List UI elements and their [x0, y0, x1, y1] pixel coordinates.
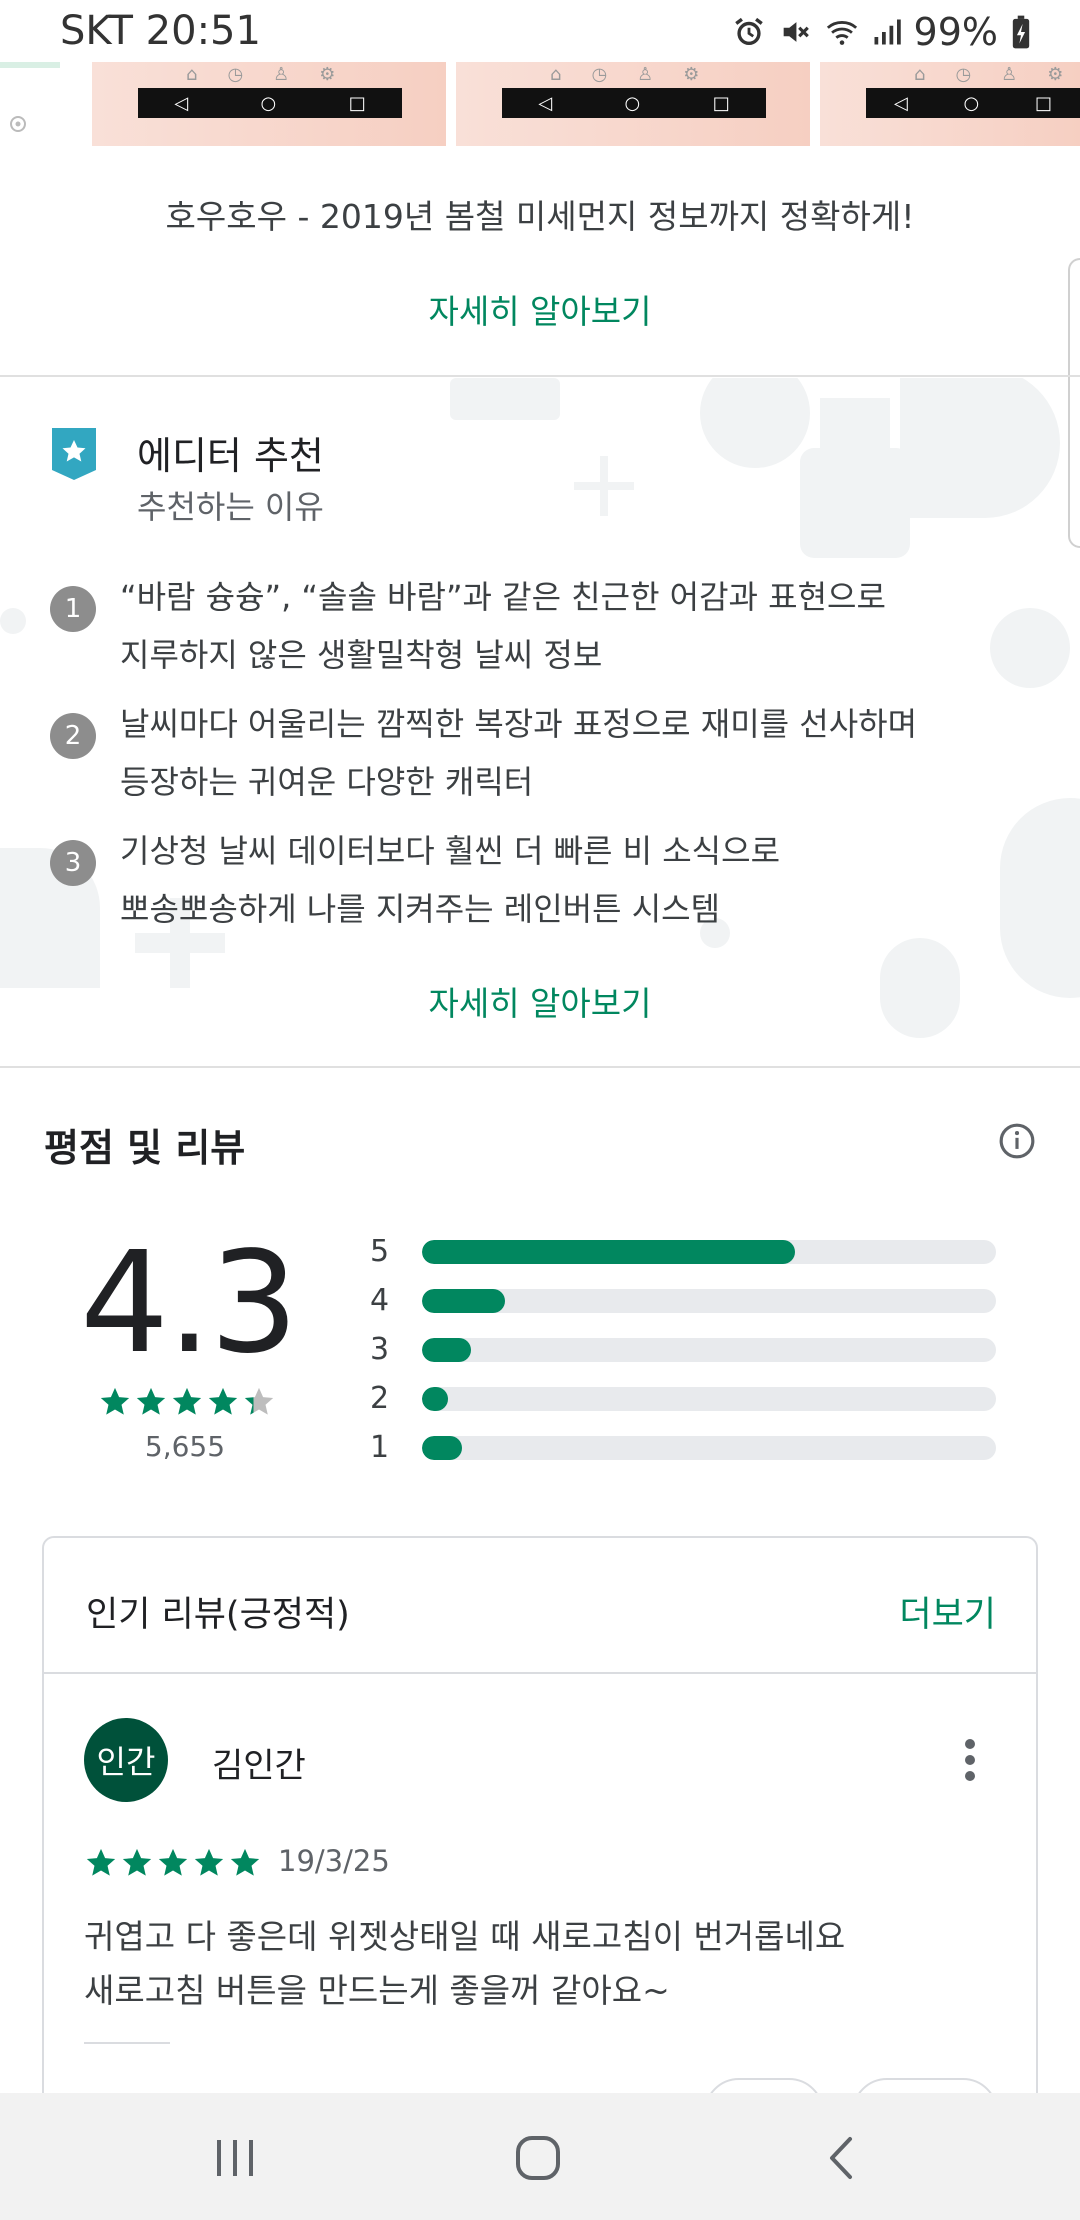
rating-bar-label: 4 — [370, 1283, 390, 1318]
star-icon — [156, 1846, 190, 1884]
average-stars — [98, 1385, 276, 1423]
avatar: 인간 — [84, 1718, 168, 1802]
review-text: 새로고침 버튼을 만드는게 좋을꺼 같아요~ — [84, 1971, 670, 2010]
reason-item-1: 1 “바람 슝슝”, “솔솔 바람”과 같은 친근한 어감과 표현으로 지루하지… — [50, 572, 1050, 682]
rating-bar-label: 5 — [370, 1234, 390, 1269]
thumb-accent — [0, 62, 60, 68]
battery-level: 99% — [913, 10, 998, 54]
rating-bar-fill — [422, 1240, 796, 1264]
reason-text: 등장하는 귀여운 다양한 캐릭터 — [120, 763, 534, 801]
review-card-title: 인기 리뷰(긍정적) — [86, 1595, 350, 1635]
rating-bar-track — [422, 1240, 996, 1264]
mute-icon — [783, 22, 809, 42]
reason-text: 날씨마다 어울리는 깜찍한 복장과 표정으로 재미를 선사하며 — [120, 705, 918, 743]
screenshot-thumb[interactable]: ⌂ ◷ ♙ ⚙ ◁ ○ □ — [456, 62, 810, 146]
back-button[interactable] — [806, 2123, 876, 2193]
editor-choice-badge-icon — [52, 428, 96, 480]
status-icons: 99% — [732, 10, 1032, 54]
thumb-nav-icons: ⌂ ◷ ♙ ⚙ — [186, 64, 336, 85]
section-divider — [0, 375, 1080, 377]
reason-number: 1 — [50, 586, 96, 632]
see-more-reviews-link[interactable]: 더보기 — [899, 1586, 996, 1637]
review-date: 19/3/25 — [278, 1844, 390, 1878]
reason-item-2: 2 날씨마다 어울리는 깜찍한 복장과 표정으로 재미를 선사하며 등장하는 귀… — [50, 699, 1050, 809]
star-icon — [120, 1846, 154, 1884]
star-icon — [242, 1385, 276, 1423]
rating-bar-fill — [422, 1387, 448, 1411]
battery-charging-icon — [1012, 15, 1030, 49]
rating-bar-label: 2 — [370, 1381, 390, 1416]
rating-bar-fill — [422, 1289, 506, 1313]
rating-bar-row: 1 — [370, 1430, 1000, 1465]
star-icon — [228, 1846, 262, 1884]
signal-icon — [874, 19, 901, 45]
home-button[interactable] — [503, 2123, 573, 2193]
star-icon — [206, 1385, 240, 1423]
gear-icon — [10, 116, 26, 132]
rating-bar-track — [422, 1338, 996, 1362]
thumb-nav-icons: ⌂ ◷ ♙ ⚙ — [914, 64, 1064, 85]
rating-bar-fill — [422, 1338, 471, 1362]
rating-bar-row: 2 — [370, 1381, 1000, 1416]
editor-title: 에디터 추천 — [137, 434, 324, 478]
rating-bar-track — [422, 1387, 996, 1411]
thumb-nav-icons: ⌂ ◷ ♙ ⚙ — [550, 64, 700, 85]
review-text: 귀엽고 다 좋은데 위젯상태일 때 새로고침이 번거롭네요 — [84, 1917, 846, 1956]
recents-button[interactable] — [200, 2123, 270, 2193]
thumb-navbar: ◁ ○ □ — [866, 88, 1080, 118]
rating-bar-label: 3 — [370, 1332, 390, 1367]
rating-count: 5,655 — [144, 1430, 226, 1463]
screenshot-thumb[interactable] — [0, 62, 90, 146]
promo-learn-more-link[interactable]: 자세히 알아보기 — [0, 285, 1080, 333]
average-rating: 4.3 — [80, 1222, 299, 1385]
back-icon — [830, 2137, 852, 2179]
review-stars — [84, 1846, 262, 1884]
screenshot-carousel[interactable]: ⌂ ◷ ♙ ⚙ ◁ ○ □ ⌂ ◷ ♙ ⚙ ◁ ○ □ ⌂ ◷ ♙ ⚙ ◁ ○ □ — [0, 62, 1080, 146]
more-vert-icon[interactable] — [964, 1738, 976, 1782]
star-icon — [84, 1846, 118, 1884]
system-navigation-bar — [0, 2093, 1080, 2220]
rating-bar-row: 5 — [370, 1234, 1000, 1269]
promo-text: 호우호우 - 2019년 봄철 미세먼지 정보까지 정확하게! — [165, 197, 915, 236]
editor-subtitle: 추천하는 이유 — [137, 488, 324, 526]
reason-number: 2 — [50, 713, 96, 759]
reason-number: 3 — [50, 840, 96, 886]
reviewer-name: 김인간 — [212, 1746, 306, 1786]
reason-item-3: 3 기상청 날씨 데이터보다 훨씬 더 빠른 비 소식으로 뽀송뽀송하게 나를 … — [50, 826, 1050, 936]
card-divider — [44, 1672, 1036, 1674]
ratings-title: 평점 및 리뷰 — [44, 1126, 246, 1170]
section-divider — [0, 1066, 1080, 1068]
editor-learn-more-link[interactable]: 자세히 알아보기 — [0, 977, 1080, 1025]
thumb-navbar: ◁ ○ □ — [502, 88, 766, 118]
home-icon — [516, 2136, 560, 2180]
carrier-time: SKT 20:51 — [60, 8, 261, 54]
screenshot-thumb[interactable]: ⌂ ◷ ♙ ⚙ ◁ ○ □ — [820, 62, 1080, 146]
status-bar: SKT 20:51 99% — [0, 0, 1080, 62]
wifi-icon — [826, 21, 857, 45]
star-icon — [170, 1385, 204, 1423]
rating-bar-fill — [422, 1436, 463, 1460]
reason-text: 기상청 날씨 데이터보다 훨씬 더 빠른 비 소식으로 — [120, 832, 781, 870]
screenshot-thumb[interactable]: ⌂ ◷ ♙ ⚙ ◁ ○ □ — [92, 62, 446, 146]
reason-text: 지루하지 않은 생활밀착형 날씨 정보 — [120, 636, 603, 674]
rating-bar-row: 3 — [370, 1332, 1000, 1367]
star-icon — [134, 1385, 168, 1423]
thumb-navbar: ◁ ○ □ — [138, 88, 402, 118]
rating-bar-track — [422, 1436, 996, 1460]
info-icon[interactable] — [998, 1122, 1036, 1160]
star-icon — [98, 1385, 132, 1423]
alarm-icon — [734, 17, 763, 46]
rating-bar-row: 4 — [370, 1283, 1000, 1318]
recents-icon — [217, 2140, 253, 2176]
rating-bar-label: 1 — [370, 1430, 390, 1465]
star-icon — [192, 1846, 226, 1884]
rating-bar-track — [422, 1289, 996, 1313]
reason-text: “바람 슝슝”, “솔솔 바람”과 같은 친근한 어감과 표현으로 — [120, 578, 886, 616]
review-divider — [84, 2042, 170, 2044]
reason-text: 뽀송뽀송하게 나를 지켜주는 레인버튼 시스템 — [120, 890, 721, 928]
